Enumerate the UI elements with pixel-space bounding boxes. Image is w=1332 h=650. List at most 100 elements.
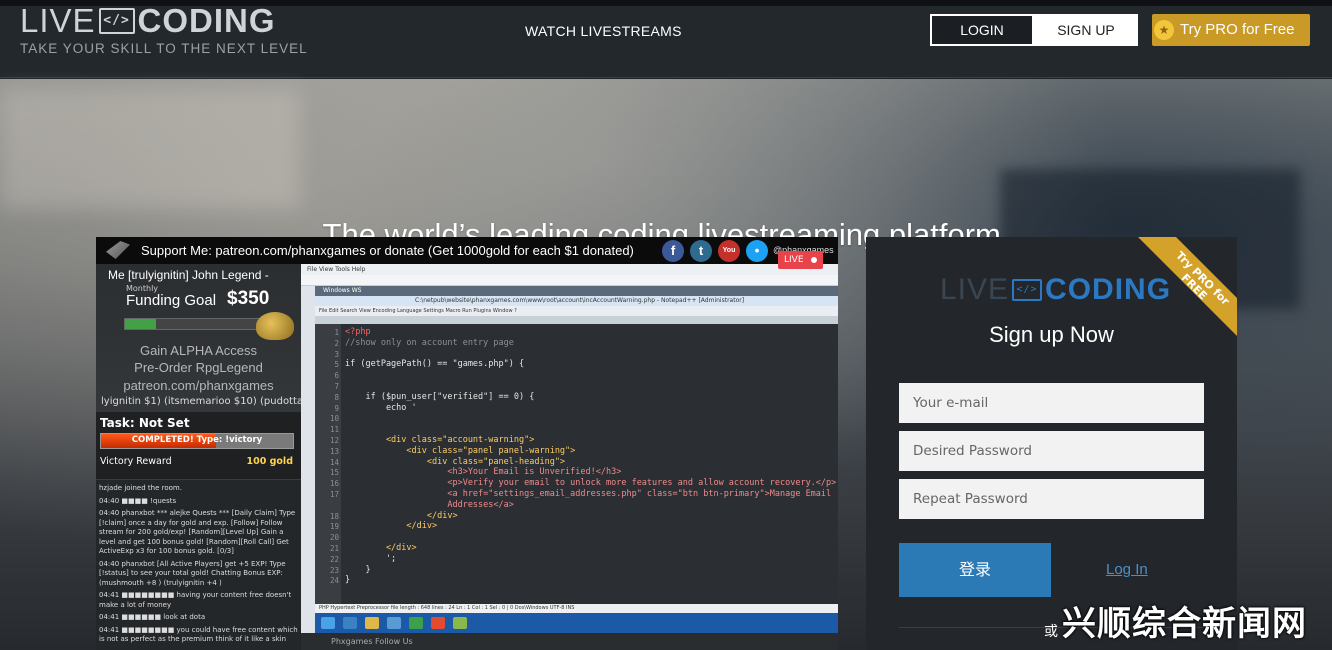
login-button[interactable]: LOGIN (930, 14, 1034, 46)
line-number: 23 (329, 565, 339, 575)
logo-tagline: TAKE YOUR SKILL TO THE NEXT LEVEL (20, 41, 308, 56)
line-number: 21 (329, 544, 339, 553)
line-number: 19 (329, 522, 339, 532)
notepad-title-bar: C:\netpub\website\phanxgames.com\www\roo… (315, 296, 838, 306)
line-number: 15 (329, 468, 339, 478)
watermark-text: 兴顺综合新闻网 (1062, 604, 1307, 644)
frog-mascot-icon (256, 312, 294, 340)
nav-watch-livestreams[interactable]: WATCH LIVESTREAMS (525, 23, 682, 39)
star-icon: ★ (1154, 20, 1174, 40)
gain-access-text: Gain ALPHA Access Pre-Order RpgLegend (96, 342, 301, 376)
code-line: '; (345, 553, 397, 564)
donor-ticker: Me [trulyignitin] John Legend - (108, 268, 269, 282)
stream-banner-text: Support Me: patreon.com/phanxgames or do… (141, 243, 634, 258)
signup-logo: LIVE </> CODING (940, 273, 1171, 307)
line-number: 24 (329, 576, 339, 586)
hero-background-glow (0, 89, 300, 209)
chat-message: 04:40 phanxbot [All Active Players] get … (99, 559, 286, 587)
line-number: 7 (334, 382, 339, 391)
youtube-icon: You (718, 240, 740, 262)
line-number: 11 (329, 425, 339, 435)
taskbar-app-icon (387, 617, 401, 629)
password-field[interactable] (899, 431, 1204, 471)
stream-bottom-bar: Phxgames Follow Us (301, 633, 838, 650)
line-number: 22 (329, 554, 339, 564)
chat-message: hzjade joined the room. (99, 484, 182, 492)
stream-ide-screen: File View Tools Help Windows WS C:\netpu… (301, 264, 838, 650)
site-header: LIVE </> CODING TAKE YOUR SKILL TO THE N… (0, 2, 1332, 78)
login-link[interactable]: Log In (1106, 561, 1148, 578)
patreon-link: patreon.com/phanxgames (123, 378, 274, 393)
monitor-icon: </> (98, 8, 135, 34)
task-title: Task: Not Set (100, 416, 190, 430)
signup-logo-coding: CODING (1045, 273, 1172, 306)
live-dot-icon (811, 257, 817, 263)
line-number: 14 (329, 457, 339, 467)
taskbar-app-icon (409, 617, 423, 629)
code-line: } (345, 575, 351, 586)
ide-window-title: Windows WS (315, 286, 838, 296)
code-line: } (345, 564, 371, 575)
code-line: </div> (345, 543, 417, 553)
logo-live-text: LIVE (20, 2, 96, 39)
twitter-icon: • (746, 240, 768, 262)
line-number: 1 (334, 328, 339, 337)
try-pro-label: Try PRO for Free (1180, 21, 1295, 38)
signup-button[interactable]: SIGN UP (1034, 14, 1138, 46)
notepad-status-bar: PHP Hypertext Preprocessor file length :… (315, 604, 838, 613)
line-number: 13 (329, 446, 339, 456)
stream-chat: hzjade joined the room. 04:40 ■■■■ !quest… (96, 479, 301, 650)
chat-message: 04:40 ■■■■ !quests (99, 496, 177, 505)
logo-coding-text: CODING (137, 2, 276, 39)
code-line: <?php (345, 327, 371, 337)
funding-amount: $350 (227, 288, 270, 309)
notepad-tabs (315, 316, 838, 324)
task-bar-text: COMPLETED! Type: !victory (131, 435, 263, 445)
funding-progress-fill (125, 319, 157, 329)
stream-preview[interactable]: Support Me: patreon.com/phanxgames or do… (96, 237, 838, 650)
reward-value: 100 gold (246, 456, 293, 467)
email-field[interactable] (899, 383, 1204, 423)
signup-logo-live: LIVE (940, 273, 1010, 306)
reward-label: Victory Reward (100, 456, 172, 467)
gain-line-1: Gain ALPHA Access (139, 343, 258, 358)
notepad-icon (453, 617, 467, 629)
code-line: <p>Verify your email to unlock more feat… (345, 478, 837, 489)
watermark-or: 或 (1044, 624, 1058, 640)
code-line: </div> (345, 521, 438, 532)
code-line: if (getPagePath() == "games.php") { (345, 359, 525, 370)
line-number: 10 (329, 414, 339, 424)
code-line: <div class="account-warning"> (345, 435, 535, 445)
windows-start-icon (321, 617, 335, 629)
code-line: <div class="panel-heading"> (345, 456, 566, 467)
stream-banner: Support Me: patreon.com/phanxgames or do… (96, 237, 838, 264)
code-line: Addresses</a> (345, 499, 514, 510)
try-pro-button[interactable]: ★ Try PRO for Free (1152, 14, 1310, 46)
ide-menu-bar: File View Tools Help (301, 264, 838, 275)
signup-submit-button[interactable]: 登录 (899, 543, 1051, 597)
code-line: echo ' (345, 402, 417, 413)
task-progress-bar: COMPLETED! Type: !victory (100, 433, 294, 449)
windows-taskbar (315, 613, 838, 633)
repeat-password-field[interactable] (899, 479, 1204, 519)
line-number: 3 (334, 349, 339, 359)
site-logo[interactable]: LIVE </> CODING TAKE YOUR SKILL TO THE N… (20, 2, 308, 57)
gain-line-2: Pre-Order RpgLegend (134, 360, 263, 375)
line-number: 9 (334, 403, 339, 413)
line-number: 18 (329, 511, 339, 521)
notepad-menu: File Edit Search View Encoding Language … (315, 306, 838, 316)
chat-message: 04:41 ■■■■■■ look at dota (99, 613, 206, 621)
taskbar-app-icon (343, 617, 357, 629)
line-number: 17 (329, 490, 339, 499)
chrome-icon (431, 617, 445, 629)
line-number: 5 (334, 360, 339, 370)
line-number: 12 (329, 436, 339, 445)
code-line: //show only on account entry page (345, 337, 514, 348)
gun-icon (106, 241, 130, 259)
chat-message: 04:41 ■■■■■■■■ having your content free … (99, 591, 292, 609)
facebook-icon: f (662, 240, 684, 262)
funding-goal-label: Funding Goal (126, 292, 217, 309)
line-number: 20 (329, 533, 339, 543)
line-number: 6 (334, 371, 339, 381)
code-line: <h3>Your Email is Unverified!</h3> (345, 467, 622, 478)
